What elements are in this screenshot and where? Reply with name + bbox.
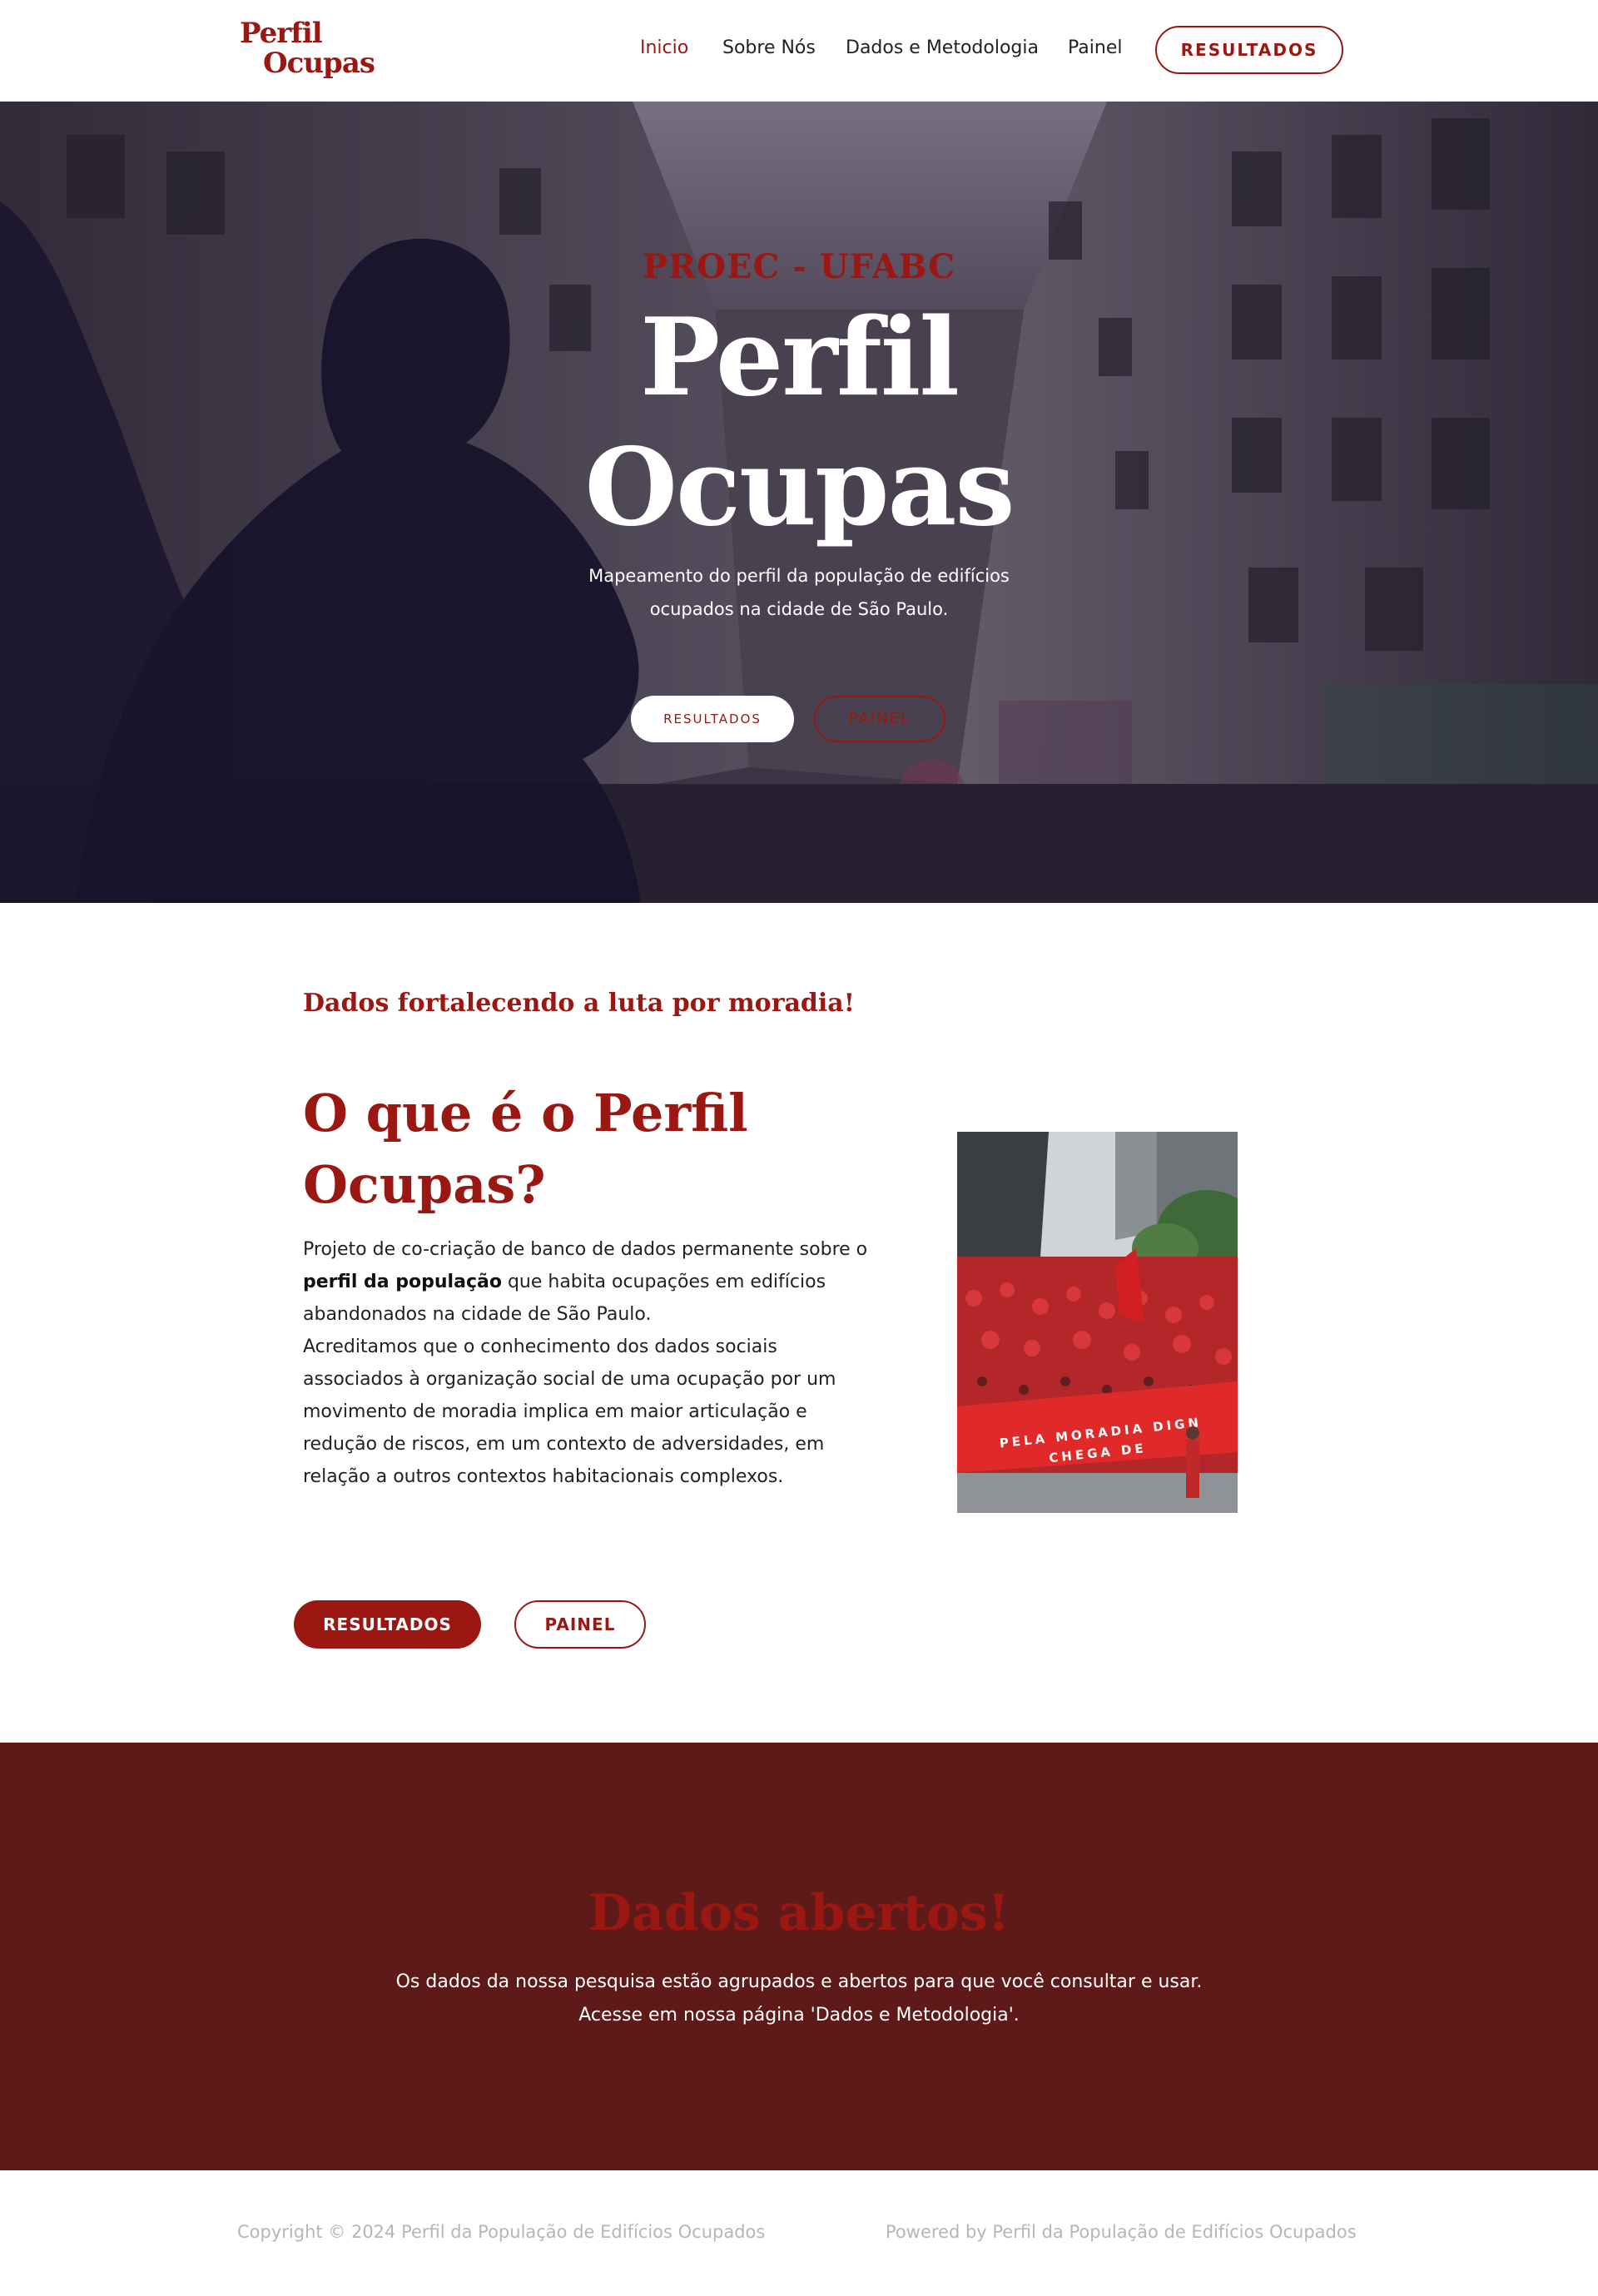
nav-painel[interactable]: Painel bbox=[1068, 37, 1122, 58]
about-painel-button[interactable]: PAINEL bbox=[514, 1600, 646, 1649]
about-text-part-1: Projeto de co-criação de banco de dados … bbox=[303, 1239, 868, 1260]
footer-powered-by: Powered by Perfil da População de Edifíc… bbox=[886, 2222, 1357, 2242]
hero-section: PROEC - UFABC Perfil Ocupas Mapeamento d… bbox=[0, 102, 1598, 903]
nav-sobre-nos[interactable]: Sobre Nós bbox=[722, 37, 816, 58]
nav-inicio[interactable]: Inicio bbox=[640, 37, 688, 58]
nav-dados-metodologia[interactable]: Dados e Metodologia bbox=[846, 37, 1039, 58]
logo-line-1: Perfil bbox=[240, 17, 323, 50]
about-resultados-button[interactable]: RESULTADOS bbox=[294, 1600, 481, 1649]
about-kicker: Dados fortalecendo a luta por moradia! bbox=[303, 989, 855, 1018]
about-title: O que é o Perfil Ocupas? bbox=[303, 1083, 748, 1215]
site-logo[interactable]: Perfil Ocupas bbox=[240, 18, 375, 78]
protest-march-photo: PELA MORADIA DIGN CHEGA DE bbox=[957, 1132, 1238, 1513]
open-data-section: Dados abertos! Os dados da nossa pesquis… bbox=[0, 1743, 1598, 2170]
header-resultados-button[interactable]: RESULTADOS bbox=[1155, 26, 1343, 74]
hero-eyebrow: PROEC - UFABC bbox=[642, 247, 956, 286]
logo-line-2: Ocupas bbox=[263, 47, 375, 80]
about-description: Projeto de co-criação de banco de dados … bbox=[303, 1233, 877, 1493]
open-data-description: Os dados da nossa pesquisa estão agrupad… bbox=[300, 1966, 1298, 2032]
footer-copyright: Copyright © 2024 Perfil da População de … bbox=[237, 2222, 766, 2242]
hero-title-line-1: Perfil bbox=[640, 295, 960, 420]
hero-title: Perfil Ocupas bbox=[0, 293, 1598, 553]
about-text-bold: perfil da população bbox=[303, 1272, 502, 1292]
site-header: Perfil Ocupas Inicio Sobre Nós Dados e M… bbox=[0, 0, 1598, 102]
hero-title-line-2: Ocupas bbox=[584, 425, 1015, 550]
hero-painel-button[interactable]: PAINEL bbox=[814, 696, 945, 742]
hero-resultados-button[interactable]: RESULTADOS bbox=[631, 696, 794, 742]
open-data-line-1: Os dados da nossa pesquisa estão agrupad… bbox=[395, 1971, 1203, 1992]
about-text-paragraph-2: Acreditamos que o conhecimento dos dados… bbox=[303, 1336, 836, 1487]
hero-subtitle: Mapeamento do perfil da população de edi… bbox=[588, 566, 1010, 619]
open-data-title: Dados abertos! bbox=[588, 1884, 1010, 1942]
open-data-line-2: Acesse em nossa página 'Dados e Metodolo… bbox=[578, 2005, 1020, 2026]
